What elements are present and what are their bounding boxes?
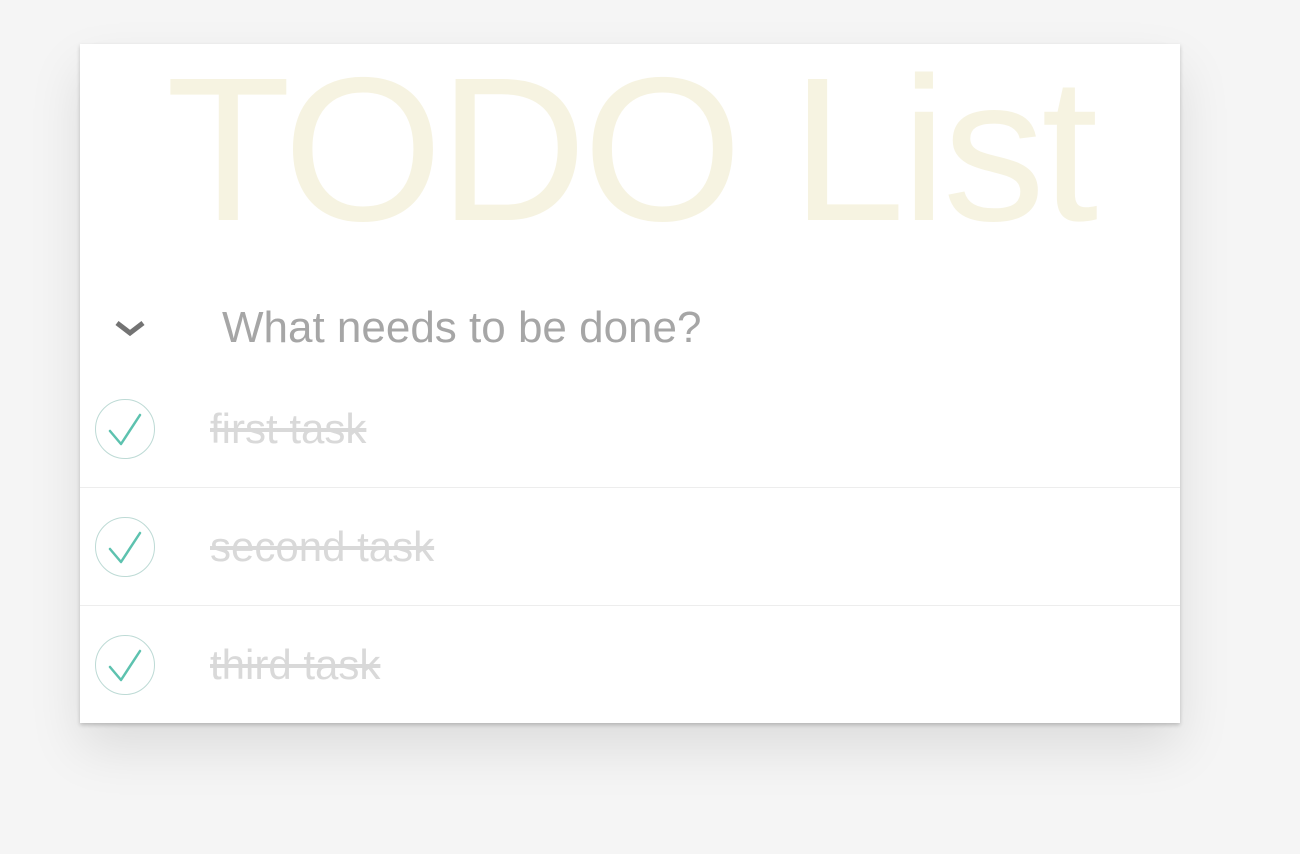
- todo-item: first task: [80, 370, 1180, 488]
- todo-item: second task: [80, 488, 1180, 606]
- page-title: TODO List: [165, 35, 1098, 264]
- todo-label[interactable]: second task: [210, 516, 434, 578]
- todo-complete-checkbox[interactable]: [95, 635, 155, 695]
- checkmark-icon: [108, 413, 142, 446]
- toggle-all-button[interactable]: [108, 306, 152, 350]
- checkmark-icon: [108, 531, 142, 564]
- todo-item: third task: [80, 606, 1180, 723]
- header: TODO List: [80, 35, 1180, 370]
- new-todo-row: [80, 256, 1180, 376]
- chevron-down-icon: [115, 321, 145, 337]
- new-todo-input[interactable]: [210, 290, 1134, 366]
- todo-app: TODO List first task: [80, 35, 1180, 723]
- todo-list: first task second task third task: [80, 370, 1180, 723]
- todo-complete-checkbox[interactable]: [95, 517, 155, 577]
- checkmark-icon: [108, 649, 142, 682]
- todo-label[interactable]: third task: [210, 634, 380, 696]
- todo-label[interactable]: first task: [210, 398, 366, 460]
- todo-complete-checkbox[interactable]: [95, 399, 155, 459]
